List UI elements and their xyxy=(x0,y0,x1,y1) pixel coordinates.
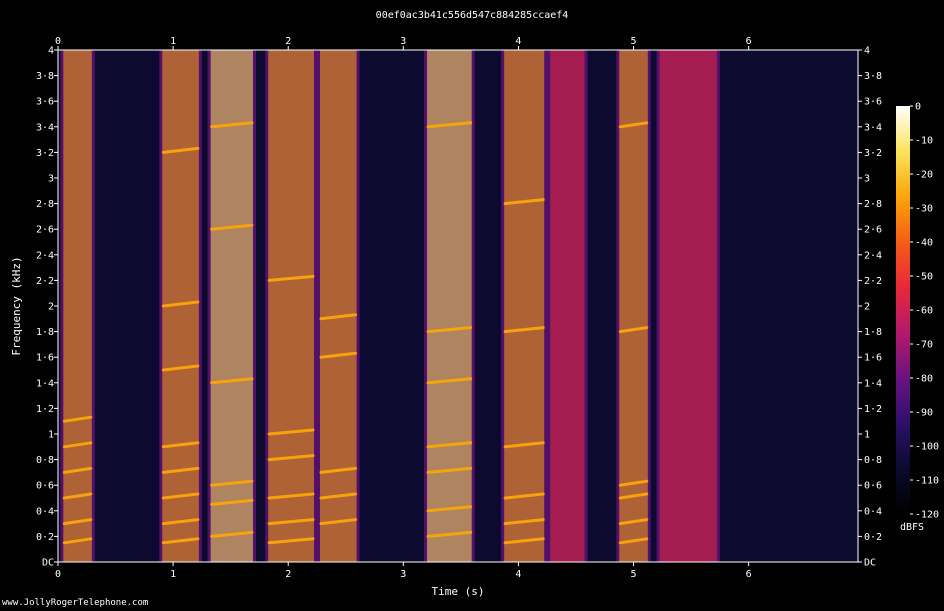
x-tick-label-top: 4 xyxy=(515,36,521,47)
y-tick-label: 1·8 xyxy=(36,327,54,338)
y-tick-label: 3·2 xyxy=(36,148,54,159)
x-tick-label: 4 xyxy=(515,569,521,580)
y-tick-label-right: 2·2 xyxy=(864,276,882,287)
y-tick-label: DC xyxy=(42,558,54,569)
y-tick-label: 0·8 xyxy=(36,455,54,466)
y-tick-label: 0·4 xyxy=(36,506,54,517)
y-tick-label-right: 3·8 xyxy=(864,71,882,82)
y-tick-label-right: 0·8 xyxy=(864,455,882,466)
x-tick-label: 3 xyxy=(400,569,406,580)
voiced-segment-core xyxy=(659,50,717,562)
x-tick-label-top: 5 xyxy=(631,36,637,47)
colorbar-tick-label: -40 xyxy=(915,238,933,249)
y-tick-label-right: 3·6 xyxy=(864,97,882,108)
y-tick-label: 2·6 xyxy=(36,225,54,236)
y-tick-label-right: 2·8 xyxy=(864,199,882,210)
y-tick-label: 2·4 xyxy=(36,250,54,261)
voiced-segment-core xyxy=(504,50,545,562)
y-tick-label-right: DC xyxy=(864,558,876,569)
y-tick-label: 1·2 xyxy=(36,404,54,415)
y-tick-label: 2·8 xyxy=(36,199,54,210)
x-tick-label: 2 xyxy=(285,569,291,580)
y-tick-label: 2 xyxy=(48,302,54,313)
colorbar-tick-label: -60 xyxy=(915,306,933,317)
colorbar-tick-label: -10 xyxy=(915,136,933,147)
y-tick-label: 0·6 xyxy=(36,481,54,492)
colorbar-tick-label: -100 xyxy=(915,442,939,453)
y-tick-label-right: 4 xyxy=(864,46,870,57)
colorbar-tick-label: -20 xyxy=(915,170,933,181)
x-tick-label-top: 1 xyxy=(170,36,176,47)
spectrogram-figure: 0 1 2 3 4 5 6 0 1 2 3 4 5 6 DC 0·2 0·4 0·6 0·8 1 1·2 1·4 1·6… xyxy=(10,36,939,598)
y-tick-label-right: 1 xyxy=(864,430,870,441)
y-tick-label: 0·2 xyxy=(36,532,54,543)
y-axis-label: Frequency (kHz) xyxy=(10,256,23,355)
y-tick-label-right: 1·8 xyxy=(864,327,882,338)
colorbar-tick-label: -120 xyxy=(915,510,939,521)
voiced-segment-core xyxy=(63,50,92,562)
x-tick-label: 5 xyxy=(631,569,637,580)
voiced-segment-core xyxy=(550,50,585,562)
colorbar-tick-label: -90 xyxy=(915,408,933,419)
plot-area xyxy=(58,50,858,562)
voiced-segment-core xyxy=(268,50,314,562)
y-tick-label: 1 xyxy=(48,430,54,441)
y-tick-label-right: 2·4 xyxy=(864,250,882,261)
y-tick-label-right: 3 xyxy=(864,174,870,185)
y-tick-label: 1·4 xyxy=(36,378,54,389)
y-tick-label-right: 2·6 xyxy=(864,225,882,236)
x-tick-label-top: 6 xyxy=(746,36,752,47)
colorbar-tick-label: 0 xyxy=(915,102,921,113)
y-tick-label-right: 3·4 xyxy=(864,122,882,133)
y-tick-label: 3 xyxy=(48,174,54,185)
y-tick-label-right: 0·2 xyxy=(864,532,882,543)
y-tick-label-right: 1·4 xyxy=(864,378,882,389)
colorbar-label: dBFS xyxy=(900,522,924,533)
colorbar-tick-label: -110 xyxy=(915,476,939,487)
voiced-segment-core xyxy=(319,50,357,562)
y-tick-label: 3·8 xyxy=(36,71,54,82)
y-tick-label: 1·6 xyxy=(36,353,54,364)
colorbar-tick-label: -50 xyxy=(915,272,933,283)
watermark: www.JollyRogerTelephone.com xyxy=(2,598,149,608)
colorbar-tick-label: -30 xyxy=(915,204,933,215)
y-tick-label-right: 2 xyxy=(864,302,870,313)
y-tick-label: 3·6 xyxy=(36,97,54,108)
colorbar: 0 -10 -20 -30 -40 -50 -60 -70 -80 -90 -100 -110 -120… xyxy=(896,102,939,533)
y-tick-label-right: 3·2 xyxy=(864,148,882,159)
y-tick-label-right: 0·4 xyxy=(864,506,882,517)
x-tick-label-top: 0 xyxy=(55,36,61,47)
y-tick-label-right: 1·6 xyxy=(864,353,882,364)
y-tick-label: 4 xyxy=(48,46,54,57)
colorbar-gradient xyxy=(896,106,910,514)
x-tick-label-top: 3 xyxy=(400,36,406,47)
x-tick-label: 6 xyxy=(746,569,752,580)
x-axis-label: Time (s) xyxy=(432,585,485,598)
y-tick-label-right: 1·2 xyxy=(864,404,882,415)
colorbar-tick-label: -80 xyxy=(915,374,933,385)
y-tick-label: 2·2 xyxy=(36,276,54,287)
x-tick-label: 0 xyxy=(55,569,61,580)
colorbar-tick-label: -70 xyxy=(915,340,933,351)
x-tick-label: 1 xyxy=(170,569,176,580)
y-tick-label: 3·4 xyxy=(36,122,54,133)
x-tick-label-top: 2 xyxy=(285,36,291,47)
y-tick-label-right: 0·6 xyxy=(864,481,882,492)
